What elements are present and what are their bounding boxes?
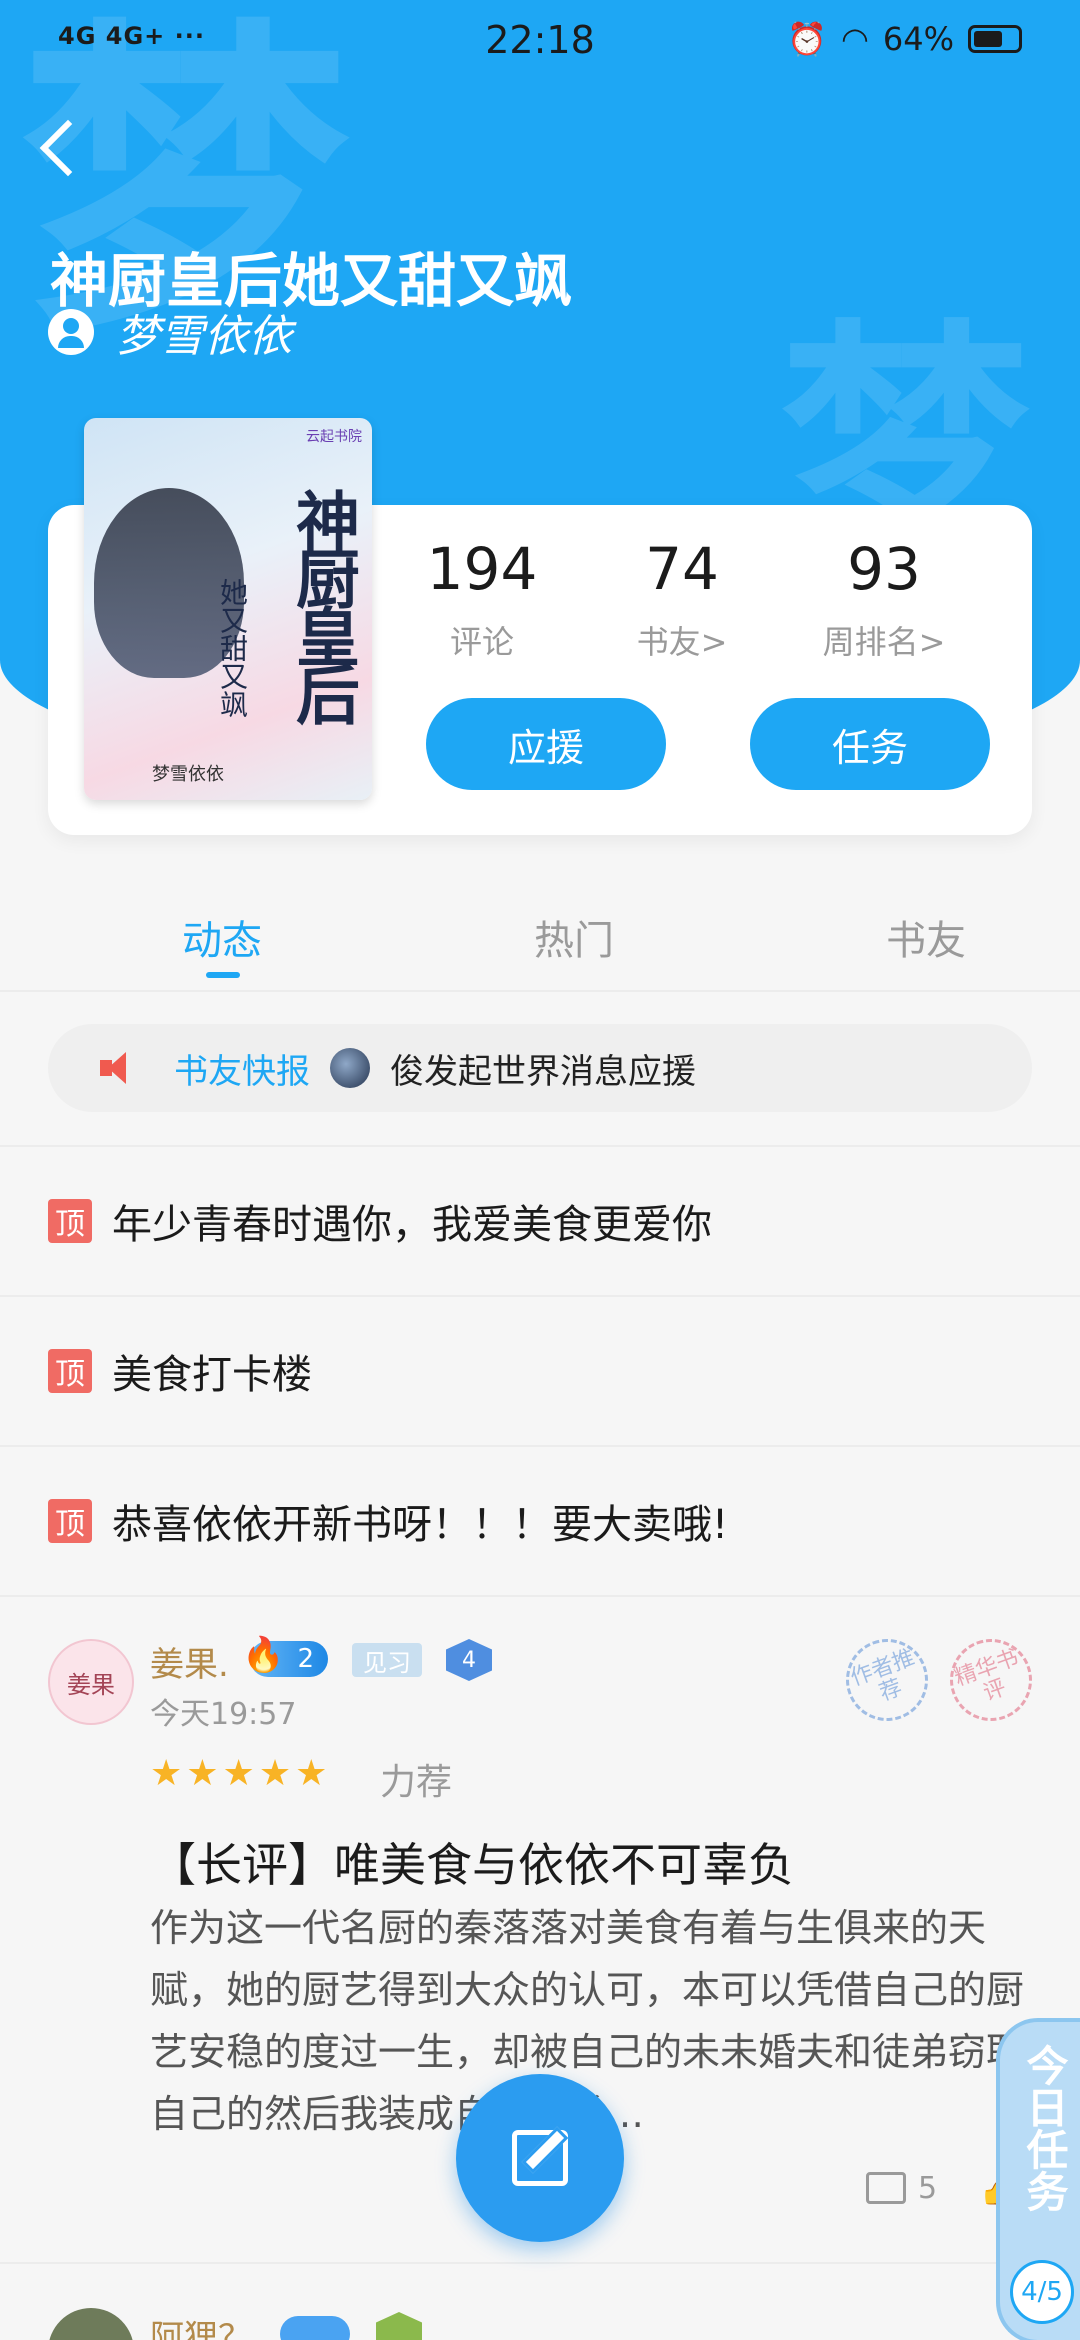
pinned-post[interactable]: 顶 年少青春时遇你，我爱美食更爱你 bbox=[0, 1145, 1080, 1295]
book-cover[interactable]: 云起书院 神厨皇后 她又甜又飒 梦雪依依 bbox=[84, 418, 372, 800]
stat-value: 93 bbox=[847, 535, 921, 603]
pin-tag: 顶 bbox=[48, 1349, 92, 1393]
daily-task-count: 4/5 bbox=[1010, 2260, 1074, 2324]
featured-review-stamp: 精华书评 bbox=[938, 1627, 1044, 1733]
edit-icon bbox=[512, 2130, 568, 2186]
alarm-icon: ⏰ bbox=[787, 20, 827, 58]
news-tag: 书友快报 bbox=[174, 1051, 310, 1092]
pin-tag: 顶 bbox=[48, 1499, 92, 1543]
stat-weekly-rank[interactable]: 93 周排名> bbox=[784, 535, 984, 663]
rating-label: 力荐 bbox=[380, 1762, 453, 1803]
fan-level-badge bbox=[280, 2316, 350, 2340]
username[interactable]: 姜果. bbox=[150, 1637, 229, 1686]
status-icons: ⏰ ◠ 64% bbox=[787, 20, 1022, 58]
pinned-post[interactable]: 顶 恭喜依依开新书呀！！！要大卖哦! bbox=[0, 1445, 1080, 1595]
status-bar: 4G 4G+ ··· 22:18 ⏰ ◠ 64% bbox=[0, 0, 1080, 90]
fan-level-badge: 🔥 2 bbox=[242, 1635, 328, 1677]
stat-value: 194 bbox=[426, 535, 538, 603]
avatar[interactable] bbox=[48, 2308, 134, 2340]
cover-subtitle: 她又甜又飒 bbox=[216, 578, 249, 718]
author-row[interactable]: 梦雪依依 bbox=[48, 300, 292, 364]
stat-label: 评论 bbox=[449, 623, 514, 661]
pinned-post[interactable]: 顶 美食打卡楼 bbox=[0, 1295, 1080, 1445]
post-time: 今天19:57 bbox=[150, 1697, 297, 1732]
author-name: 梦雪依依 bbox=[116, 311, 292, 362]
pinned-title: 年少青春时遇你，我爱美食更爱你 bbox=[112, 1202, 712, 1248]
tab-bar: 动态 热门 书友 bbox=[0, 890, 1080, 990]
stat-readers[interactable]: 74 书友> bbox=[582, 535, 782, 663]
wifi-icon: ◠ bbox=[840, 20, 869, 58]
cover-author: 梦雪依依 bbox=[152, 764, 224, 785]
support-button[interactable]: 应援 bbox=[426, 698, 666, 790]
publisher-logo: 云起书院 bbox=[306, 429, 362, 445]
review-post[interactable]: 阿狸？ bbox=[0, 2262, 1080, 2340]
avatar[interactable]: 姜果 bbox=[48, 1639, 134, 1725]
tab-activity[interactable]: 动态 bbox=[182, 908, 262, 966]
tab-hot[interactable]: 热门 bbox=[534, 908, 614, 966]
news-text: 俊发起世界消息应援 bbox=[390, 1051, 696, 1092]
daily-task-label: 今日任务 bbox=[1020, 2044, 1069, 2212]
comment-icon[interactable] bbox=[866, 2172, 906, 2204]
compose-button[interactable] bbox=[456, 2074, 624, 2242]
stat-comments[interactable]: 194 评论 bbox=[382, 535, 582, 663]
level-badge: 4 bbox=[446, 1639, 492, 1681]
daily-task-tab[interactable]: 今日任务 4/5 bbox=[996, 2018, 1080, 2340]
stat-value: 74 bbox=[645, 535, 719, 603]
level-badge bbox=[376, 2312, 422, 2340]
battery-icon bbox=[968, 25, 1022, 53]
pinned-title: 美食打卡楼 bbox=[112, 1352, 312, 1398]
flame-icon: 🔥 bbox=[242, 1635, 285, 1675]
divider bbox=[0, 990, 1080, 992]
rank-badge: 见习 bbox=[352, 1643, 422, 1677]
comment-count: 5 bbox=[918, 2170, 938, 2206]
fan-level: 2 bbox=[297, 1644, 314, 1674]
cover-title: 神厨皇后 bbox=[285, 488, 360, 720]
stat-label: 周排名> bbox=[822, 623, 946, 661]
task-button[interactable]: 任务 bbox=[750, 698, 990, 790]
active-tab-indicator bbox=[206, 972, 240, 978]
pinned-title: 恭喜依依开新书呀！！！要大卖哦! bbox=[112, 1502, 729, 1548]
post-title: 【长评】唯美食与依依不可辜负 bbox=[150, 1838, 794, 1892]
tab-readers[interactable]: 书友 bbox=[886, 908, 966, 966]
author-recommend-stamp: 作者推荐 bbox=[834, 1627, 940, 1733]
pin-tag: 顶 bbox=[48, 1199, 92, 1243]
reader-news-bar[interactable]: 书友快报 俊发起世界消息应援 bbox=[48, 1024, 1032, 1112]
username[interactable]: 阿狸？ bbox=[150, 2310, 252, 2340]
star-rating: ★★★★★ bbox=[150, 1753, 332, 1794]
stat-label: 书友> bbox=[636, 623, 728, 661]
battery-percent: 64% bbox=[882, 20, 954, 58]
user-icon bbox=[48, 309, 94, 355]
speaker-icon bbox=[100, 1050, 140, 1086]
avatar bbox=[330, 1048, 370, 1088]
